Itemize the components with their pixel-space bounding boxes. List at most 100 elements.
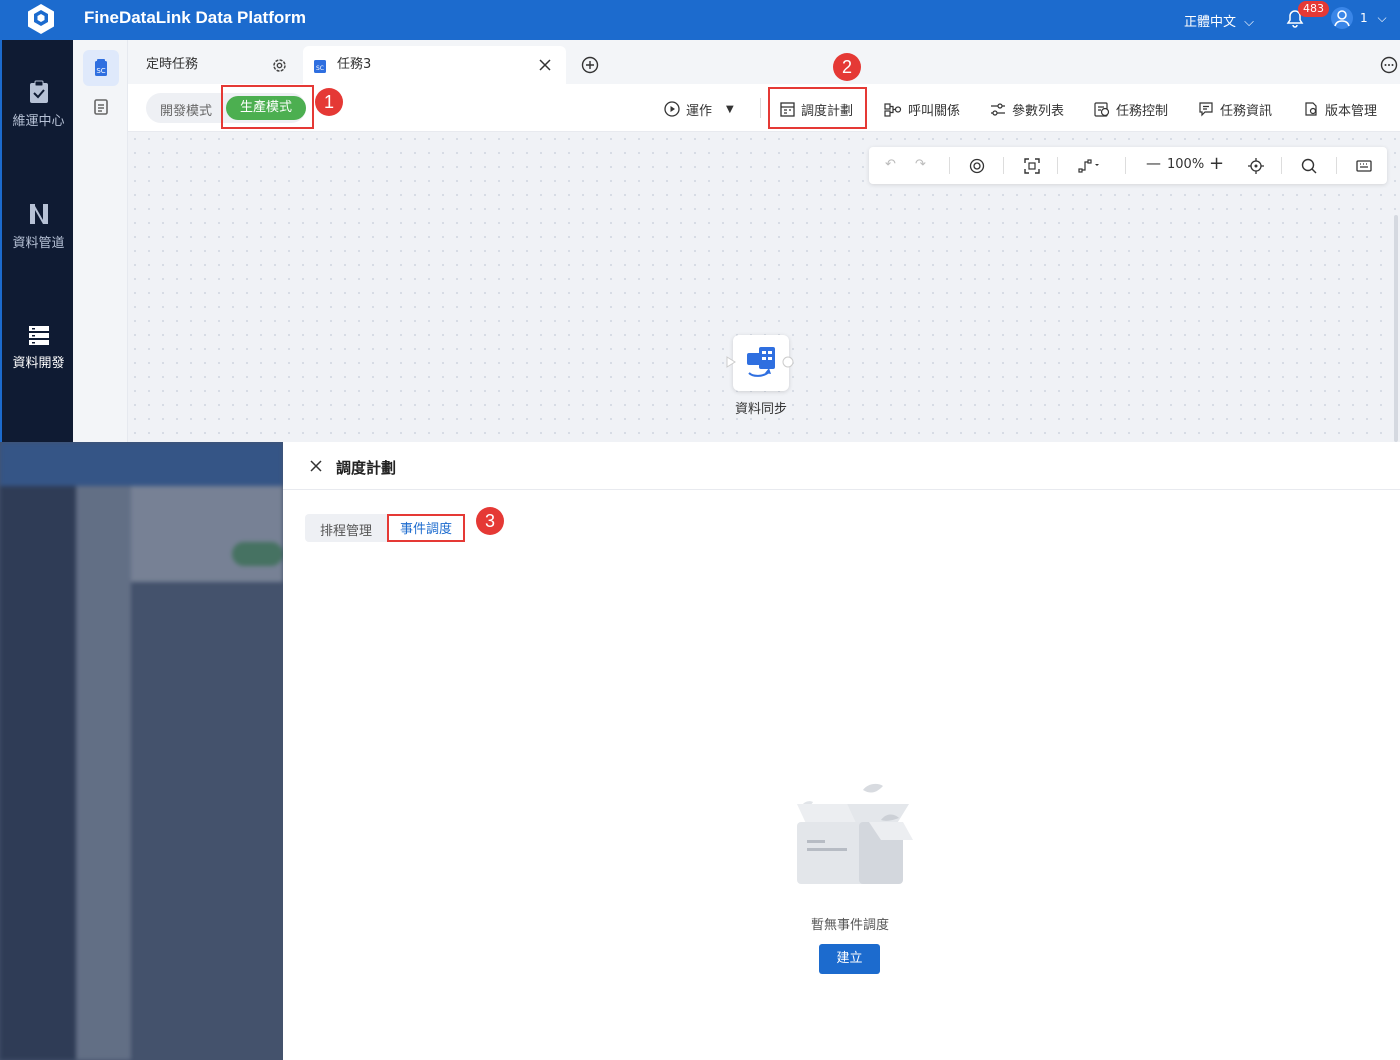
app-title: FineDataLink Data Platform <box>84 8 306 27</box>
search-icon[interactable] <box>1301 158 1317 174</box>
clipboard-check-icon <box>29 80 48 103</box>
user-name: 1 <box>1360 11 1368 25</box>
schedule-plan-panel: 調度計劃 排程管理 事件調度 3 暫無事件調度 建立 <box>283 442 1400 1060</box>
step-marker: 2 <box>833 53 861 81</box>
sidebar-item-label: 維運中心 <box>12 114 65 129</box>
divider <box>1281 157 1282 174</box>
ghost-sidebar <box>0 486 76 1060</box>
step-marker: 3 <box>476 507 504 535</box>
version-manage-button[interactable]: 版本管理 <box>1303 99 1377 119</box>
panel-header: 調度計劃 <box>283 442 1400 490</box>
empty-state-text: 暫無事件調度 <box>811 918 890 933</box>
call-relation-button[interactable]: 呼叫關係 <box>884 99 960 119</box>
chevron-down-icon: ⌵ <box>1377 11 1387 25</box>
play-circle-icon <box>664 101 680 117</box>
zoom-in-icon[interactable]: + <box>1209 153 1224 174</box>
main-sidebar: 維運中心 資料管道 資料開發 <box>0 40 73 442</box>
tab-event-schedule[interactable]: 事件調度 <box>387 514 465 542</box>
run-label: 運作 <box>686 103 713 119</box>
fit-view-icon[interactable] <box>1024 158 1040 174</box>
task-info-button[interactable]: 任務資訊 <box>1198 99 1272 119</box>
empty-box-icon <box>797 783 913 884</box>
user-icon <box>1334 10 1350 27</box>
sidebar-item-pipeline[interactable]: 資料管道 <box>2 202 75 251</box>
data-sync-node[interactable] <box>733 335 789 391</box>
divider <box>760 98 761 118</box>
highlight-box <box>221 85 314 129</box>
close-icon[interactable] <box>309 459 323 473</box>
modal-backdrop[interactable] <box>0 442 283 1060</box>
schedule-plan-button[interactable]: 調度計劃 <box>780 99 853 119</box>
zoom-out-icon[interactable]: — <box>1146 154 1161 172</box>
gear-icon[interactable] <box>271 57 288 74</box>
panel-title: 調度計劃 <box>336 459 397 477</box>
sliders-icon <box>991 102 1005 116</box>
canvas-toolbar: ↶ ↷ — 100% + <box>869 147 1387 184</box>
more-options-icon[interactable] <box>1380 56 1398 74</box>
secondary-sidebar: SC <box>73 40 128 442</box>
locate-icon[interactable] <box>1248 158 1264 174</box>
layout-icon[interactable] <box>1078 158 1100 174</box>
keyboard-icon[interactable] <box>1356 159 1372 173</box>
node-label: 資料同步 <box>735 402 788 417</box>
data-sync-icon <box>747 347 775 377</box>
pipeline-icon <box>29 204 48 224</box>
ghost-topbar <box>0 442 283 486</box>
canvas-scrollbar[interactable] <box>1394 215 1398 442</box>
sidebar-item-operations[interactable]: 維運中心 <box>2 80 75 129</box>
tab-schedule-manage[interactable]: 排程管理 <box>320 520 372 539</box>
step-marker: 1 <box>315 88 343 116</box>
add-tab-icon[interactable] <box>581 56 599 74</box>
divider <box>1003 157 1004 174</box>
relation-icon <box>884 102 902 117</box>
sidebar-item-data-dev[interactable]: 資料開發 <box>2 324 75 371</box>
ghost-prod-mode <box>232 542 283 566</box>
top-bar: FineDataLink Data Platform 正體中文 ⌵ 483 1 … <box>0 0 1400 40</box>
caret-down-icon: ▼ <box>726 103 734 115</box>
resource-button[interactable] <box>83 90 119 126</box>
node-output-port-icon[interactable] <box>782 356 794 368</box>
schedule-icon <box>780 101 795 117</box>
finedatalink-logo-icon[interactable] <box>24 2 58 36</box>
tab-label: 任務3 <box>337 57 372 72</box>
call-relation-label: 呼叫關係 <box>908 103 961 119</box>
tab-task3[interactable]: SC 任務3 <box>303 46 566 84</box>
message-icon <box>1199 102 1213 117</box>
param-list-label: 參數列表 <box>1012 103 1065 119</box>
run-button[interactable]: 運作 ▼ <box>664 99 734 119</box>
version-manage-label: 版本管理 <box>1325 103 1378 119</box>
avatar[interactable] <box>1331 7 1353 29</box>
svg-text:SC: SC <box>316 65 324 72</box>
create-button[interactable]: 建立 <box>819 944 880 974</box>
language-selector[interactable]: 正體中文 ⌵ <box>1184 11 1254 30</box>
redo-icon[interactable]: ↷ <box>915 157 926 172</box>
language-label: 正體中文 <box>1184 15 1237 30</box>
palette-icon[interactable] <box>969 158 985 174</box>
task-info-label: 任務資訊 <box>1220 103 1273 119</box>
notification-badge: 483 <box>1298 1 1329 17</box>
ghost-tabs <box>131 486 283 582</box>
sidebar-item-label: 資料管道 <box>12 236 65 251</box>
task-control-label: 任務控制 <box>1116 103 1169 119</box>
task-list-button[interactable]: SC <box>83 50 119 86</box>
user-menu[interactable]: 1 ⌵ <box>1360 11 1387 26</box>
svg-text:SC: SC <box>96 67 105 75</box>
ghost-subbar <box>76 486 131 1060</box>
tab-scheduled-tasks[interactable]: 定時任務 <box>128 46 303 84</box>
task-control-button[interactable]: 任務控制 <box>1094 99 1168 119</box>
sidebar-item-label: 資料開發 <box>12 356 65 371</box>
task-icon: SC <box>314 60 326 73</box>
task-icon: SC <box>95 59 107 76</box>
schedule-plan-label: 調度計劃 <box>801 103 854 119</box>
task-control-icon <box>1094 102 1110 117</box>
tab-label: 定時任務 <box>146 57 199 72</box>
divider <box>949 157 950 174</box>
node-input-port-icon[interactable] <box>726 356 736 368</box>
dev-mode-option[interactable]: 開發模式 <box>160 100 212 119</box>
undo-icon[interactable]: ↶ <box>885 157 896 172</box>
param-list-button[interactable]: 參數列表 <box>990 99 1064 119</box>
version-icon <box>1305 102 1317 116</box>
panel-tabs: 排程管理 事件調度 <box>305 514 465 542</box>
close-icon[interactable] <box>539 59 551 71</box>
divider <box>1336 157 1337 174</box>
